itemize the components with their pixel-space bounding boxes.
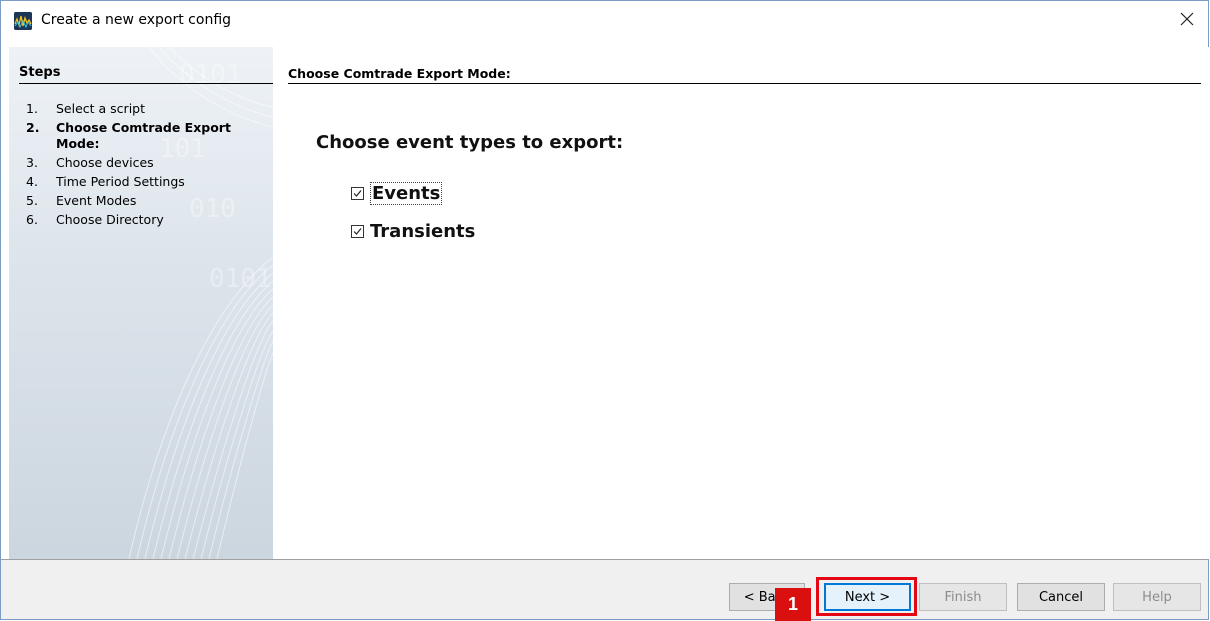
- next-button-highlight: [816, 577, 917, 616]
- step-label: Event Modes: [56, 193, 137, 208]
- page-title: Choose Comtrade Export Mode:: [288, 66, 511, 81]
- close-button[interactable]: [1172, 7, 1202, 31]
- step-number: 2.: [26, 120, 40, 135]
- step-item: 5. Event Modes: [26, 191, 256, 210]
- transients-checkbox[interactable]: Transients: [351, 221, 475, 242]
- title-bar: Create a new export config: [1, 1, 1208, 39]
- step-item-active: 2. Choose Comtrade Export Mode:: [26, 120, 256, 152]
- step-label: Select a script: [56, 101, 146, 116]
- step-badge: 1: [775, 588, 811, 621]
- step-label: Choose Directory: [56, 212, 164, 227]
- transients-checkbox-label[interactable]: Transients: [370, 221, 475, 242]
- steps-divider: [19, 83, 273, 84]
- svg-text:0101: 0101: [179, 60, 242, 90]
- step-label: Time Period Settings: [56, 174, 185, 189]
- step-item: 4. Time Period Settings: [26, 172, 256, 191]
- step-item: 3. Choose devices: [26, 153, 256, 172]
- step-number: 4.: [26, 174, 38, 189]
- window-title: Create a new export config: [41, 12, 232, 28]
- content-divider: [288, 83, 1201, 84]
- events-checkbox-label[interactable]: Events: [370, 182, 443, 205]
- wizard-window: Create a new export config 0101 101 010 …: [0, 0, 1209, 620]
- step-number: 5.: [26, 193, 38, 208]
- steps-sidebar: 0101 101 010 0101 Steps 1. Select a scrip…: [9, 47, 273, 559]
- svg-text:0101: 0101: [209, 264, 272, 294]
- step-label: Choose Comtrade Export Mode:: [56, 120, 231, 151]
- checkbox-checked-icon[interactable]: [351, 187, 364, 200]
- app-logo-icon: [14, 12, 32, 30]
- cancel-button[interactable]: Cancel: [1017, 583, 1105, 611]
- event-types-prompt: Choose event types to export:: [316, 132, 624, 153]
- close-icon: [1180, 12, 1194, 26]
- step-item: 6. Choose Directory: [26, 210, 256, 229]
- checkbox-checked-icon[interactable]: [351, 225, 364, 238]
- help-button[interactable]: Help: [1113, 583, 1201, 611]
- content-panel: Choose Comtrade Export Mode: Choose even…: [273, 47, 1209, 559]
- steps-list: 1. Select a script 2. Choose Comtrade Expo…: [26, 99, 256, 229]
- step-label: Choose devices: [56, 155, 154, 170]
- events-checkbox[interactable]: Events: [351, 182, 443, 205]
- steps-heading: Steps: [19, 65, 61, 80]
- step-number: 6.: [26, 212, 38, 227]
- finish-button[interactable]: Finish: [919, 583, 1007, 611]
- step-number: 1.: [26, 101, 38, 116]
- step-number: 3.: [26, 155, 38, 170]
- step-item: 1. Select a script: [26, 99, 256, 118]
